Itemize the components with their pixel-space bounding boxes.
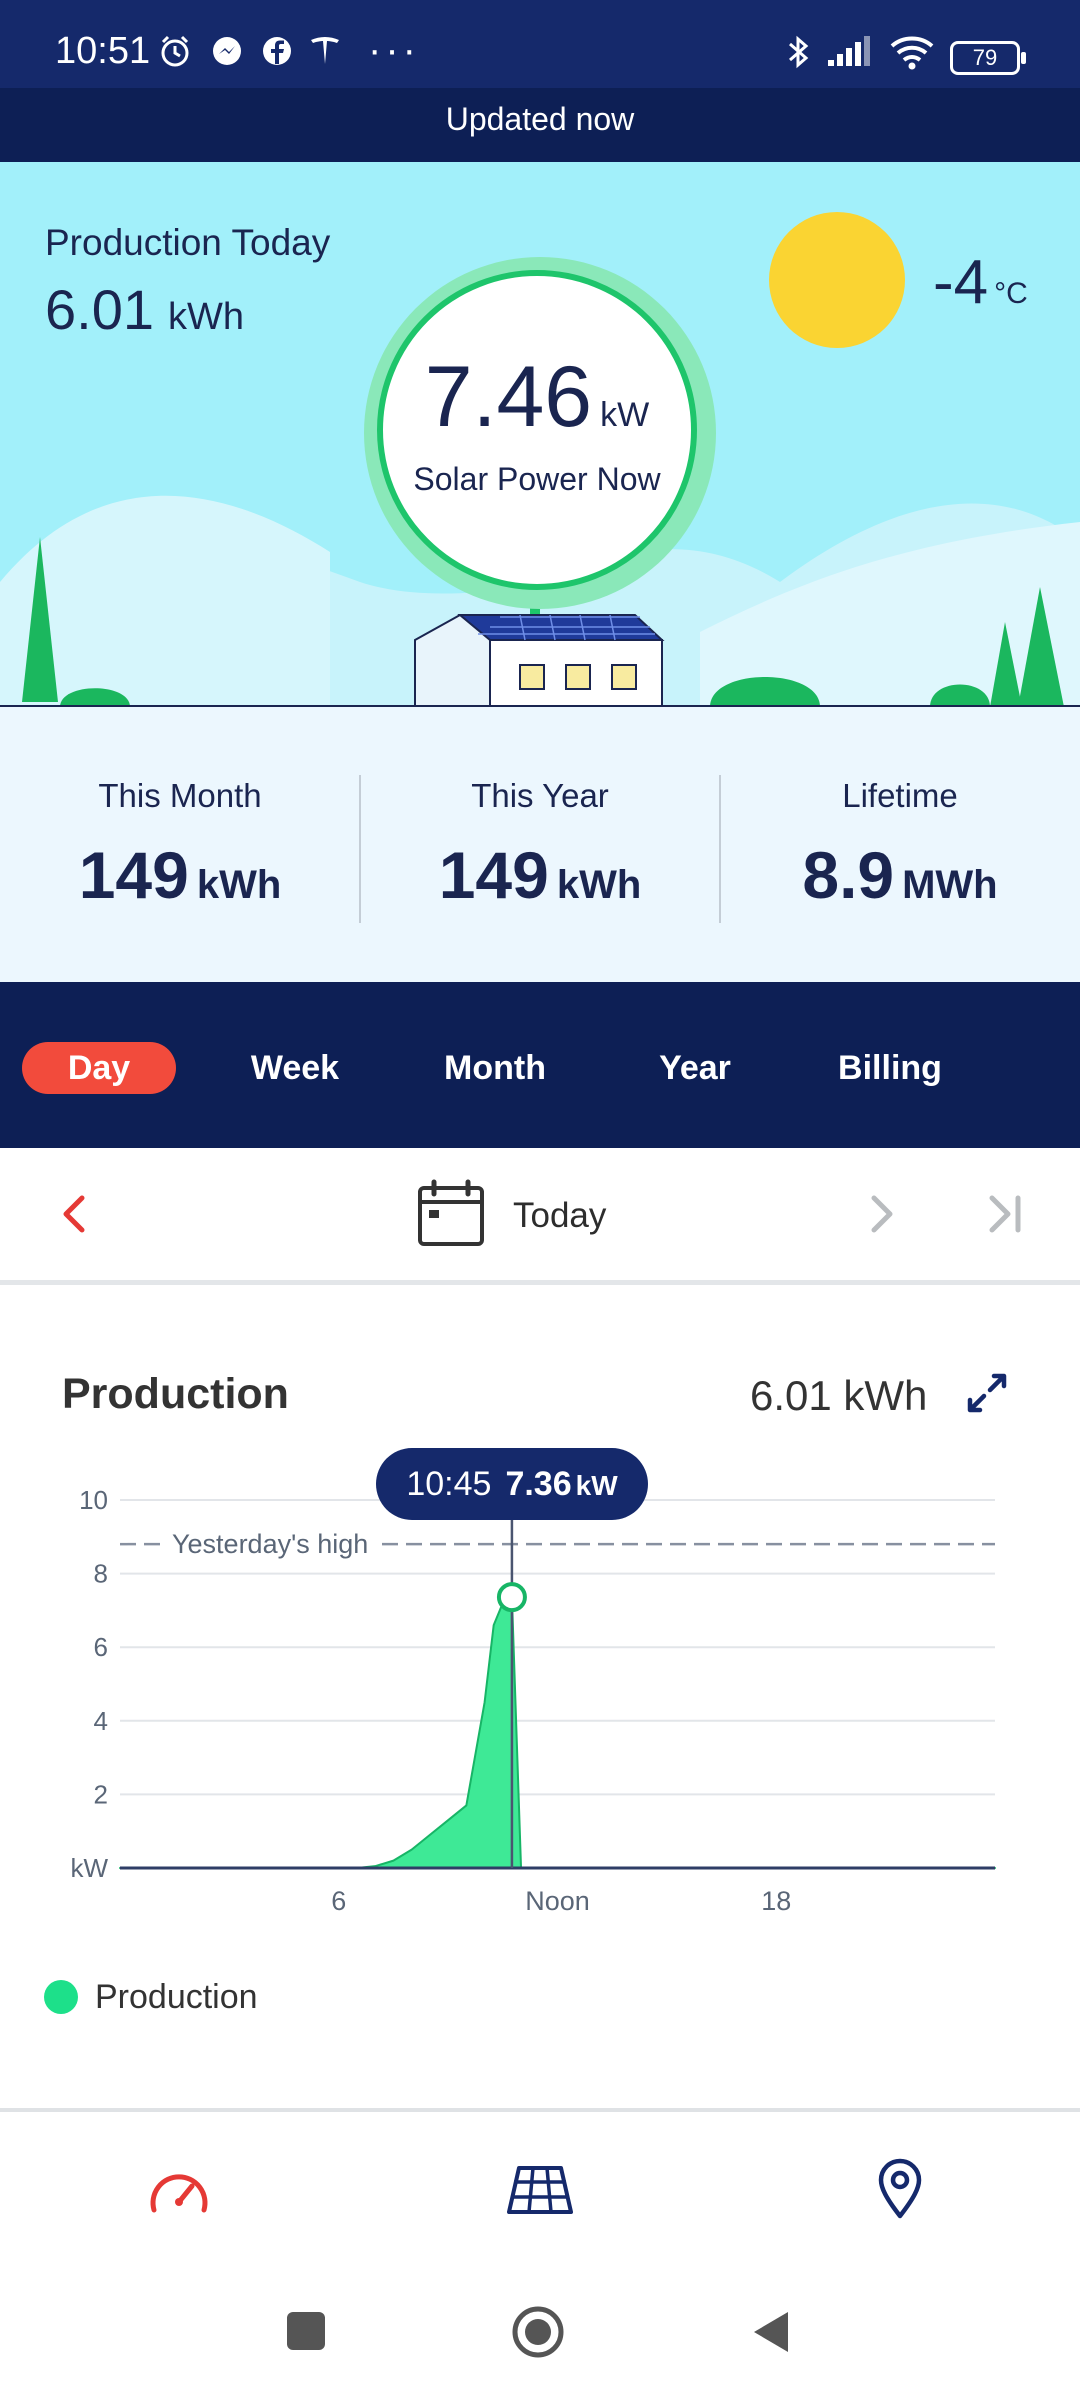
tooltip-value: 7.36 <box>505 1465 572 1503</box>
tab-day[interactable]: Day <box>22 1042 176 1094</box>
y-tick-label: 6 <box>94 1632 108 1662</box>
solar-panel-icon[interactable] <box>505 2164 575 2216</box>
production-total: 6.01 kWh <box>750 1372 928 1419</box>
y-tick-label: kW <box>70 1853 108 1883</box>
cursor-point <box>496 1582 527 1613</box>
period-tabs: Day Week Month Year Billing <box>0 982 1080 1148</box>
bluetooth-icon <box>789 35 809 69</box>
stat-unit: MWh <box>902 863 998 907</box>
solar-power-label: Solar Power Now <box>413 461 661 497</box>
solar-power-value: 7.46 kW <box>383 348 691 447</box>
stat-label: This Month <box>98 777 262 814</box>
stat-label: This Year <box>471 777 609 814</box>
stat-label: Lifetime <box>842 777 958 814</box>
temperature-unit: °C <box>994 277 1028 310</box>
back-button[interactable] <box>750 2308 792 2356</box>
stat-number: 149 <box>438 838 549 912</box>
date-navigation: Today <box>0 1148 1080 1285</box>
bottom-navigation <box>0 2108 1080 2275</box>
legend-label: Production <box>95 1978 258 2016</box>
stat-value: 149 kWh <box>0 837 360 913</box>
home-button[interactable] <box>510 2304 566 2360</box>
stat-lifetime: Lifetime 8.9 MWh <box>720 707 1080 982</box>
solar-power-gauge: 7.46 kW Solar Power Now <box>377 270 697 590</box>
stat-unit: kWh <box>556 863 642 907</box>
previous-day-chevron-icon[interactable] <box>54 1192 94 1236</box>
signal-icon <box>828 36 870 66</box>
expand-icon[interactable] <box>964 1370 1010 1416</box>
hero-panel: Production Today 6.01 kWh -4 °C 7.46 kW Sol… <box>0 162 1080 707</box>
more-notifications-icon: ··· <box>368 28 420 72</box>
temperature-value: -4 <box>933 248 989 317</box>
production-chart[interactable]: kW 2 4 6 8 10 Yesterday's high 6 Noon 18 <box>0 1460 1080 1920</box>
sun-icon <box>769 212 905 348</box>
battery-icon: 79 <box>950 41 1026 75</box>
reference-line-label: Yesterday's high <box>172 1529 368 1559</box>
stat-unit: kWh <box>196 863 282 907</box>
y-tick-label: 10 <box>79 1485 108 1515</box>
location-pin-icon[interactable] <box>876 2158 924 2220</box>
production-today-number: 6.01 <box>45 278 154 341</box>
skip-to-latest-icon[interactable] <box>986 1192 1026 1236</box>
series-area <box>119 1596 996 1869</box>
chart-tooltip: 10:45 7.36 kW <box>376 1448 648 1520</box>
tooltip-time: 10:45 <box>406 1465 492 1503</box>
facebook-icon <box>263 37 291 65</box>
x-tick-label: 6 <box>331 1886 346 1916</box>
y-tick-label: 2 <box>94 1779 108 1809</box>
calendar-icon[interactable] <box>416 1178 486 1248</box>
y-tick-label: 8 <box>94 1559 108 1589</box>
tab-month[interactable]: Month <box>420 1042 570 1094</box>
production-today-unit: kWh <box>168 296 244 338</box>
x-tick-label: Noon <box>525 1886 590 1916</box>
stat-this-month: This Month 149 kWh <box>0 707 360 982</box>
messenger-icon <box>213 37 241 65</box>
tab-year[interactable]: Year <box>630 1042 760 1094</box>
y-tick-label: 4 <box>94 1706 108 1736</box>
tesla-icon <box>311 37 339 64</box>
next-day-chevron-icon[interactable] <box>862 1192 902 1236</box>
current-date-label[interactable]: Today <box>513 1196 606 1236</box>
clock: 10:51 <box>55 30 151 72</box>
dashboard-gauge-icon[interactable] <box>146 2162 212 2218</box>
stat-this-year: This Year 149 kWh <box>360 707 720 982</box>
stat-number: 8.9 <box>802 838 895 912</box>
stat-value: 8.9 MWh <box>720 837 1080 913</box>
status-bar: 10:51 ··· 79 <box>0 0 1080 88</box>
production-title: Production <box>62 1370 289 1418</box>
tooltip-unit: kW <box>575 1470 618 1501</box>
stat-value: 149 kWh <box>360 837 720 913</box>
system-navigation-bar <box>0 2270 1080 2400</box>
updated-banner: Updated now <box>0 88 1080 162</box>
stat-number: 149 <box>78 838 189 912</box>
wifi-icon <box>890 36 934 70</box>
x-tick-label: 18 <box>761 1886 791 1916</box>
legend-marker <box>44 1980 78 2014</box>
alarm-icon <box>161 35 189 67</box>
production-today-value: 6.01 kWh <box>45 277 244 342</box>
recent-apps-button[interactable] <box>287 2312 325 2350</box>
energy-stats: This Month 149 kWh This Year 149 kWh Lifet… <box>0 707 1080 982</box>
tab-billing[interactable]: Billing <box>820 1042 960 1094</box>
solar-power-unit: kW <box>600 396 650 434</box>
solar-power-number: 7.46 <box>424 349 593 445</box>
production-today-label: Production Today <box>45 222 331 263</box>
temperature: -4 °C <box>933 247 1028 318</box>
tab-week[interactable]: Week <box>230 1042 360 1094</box>
